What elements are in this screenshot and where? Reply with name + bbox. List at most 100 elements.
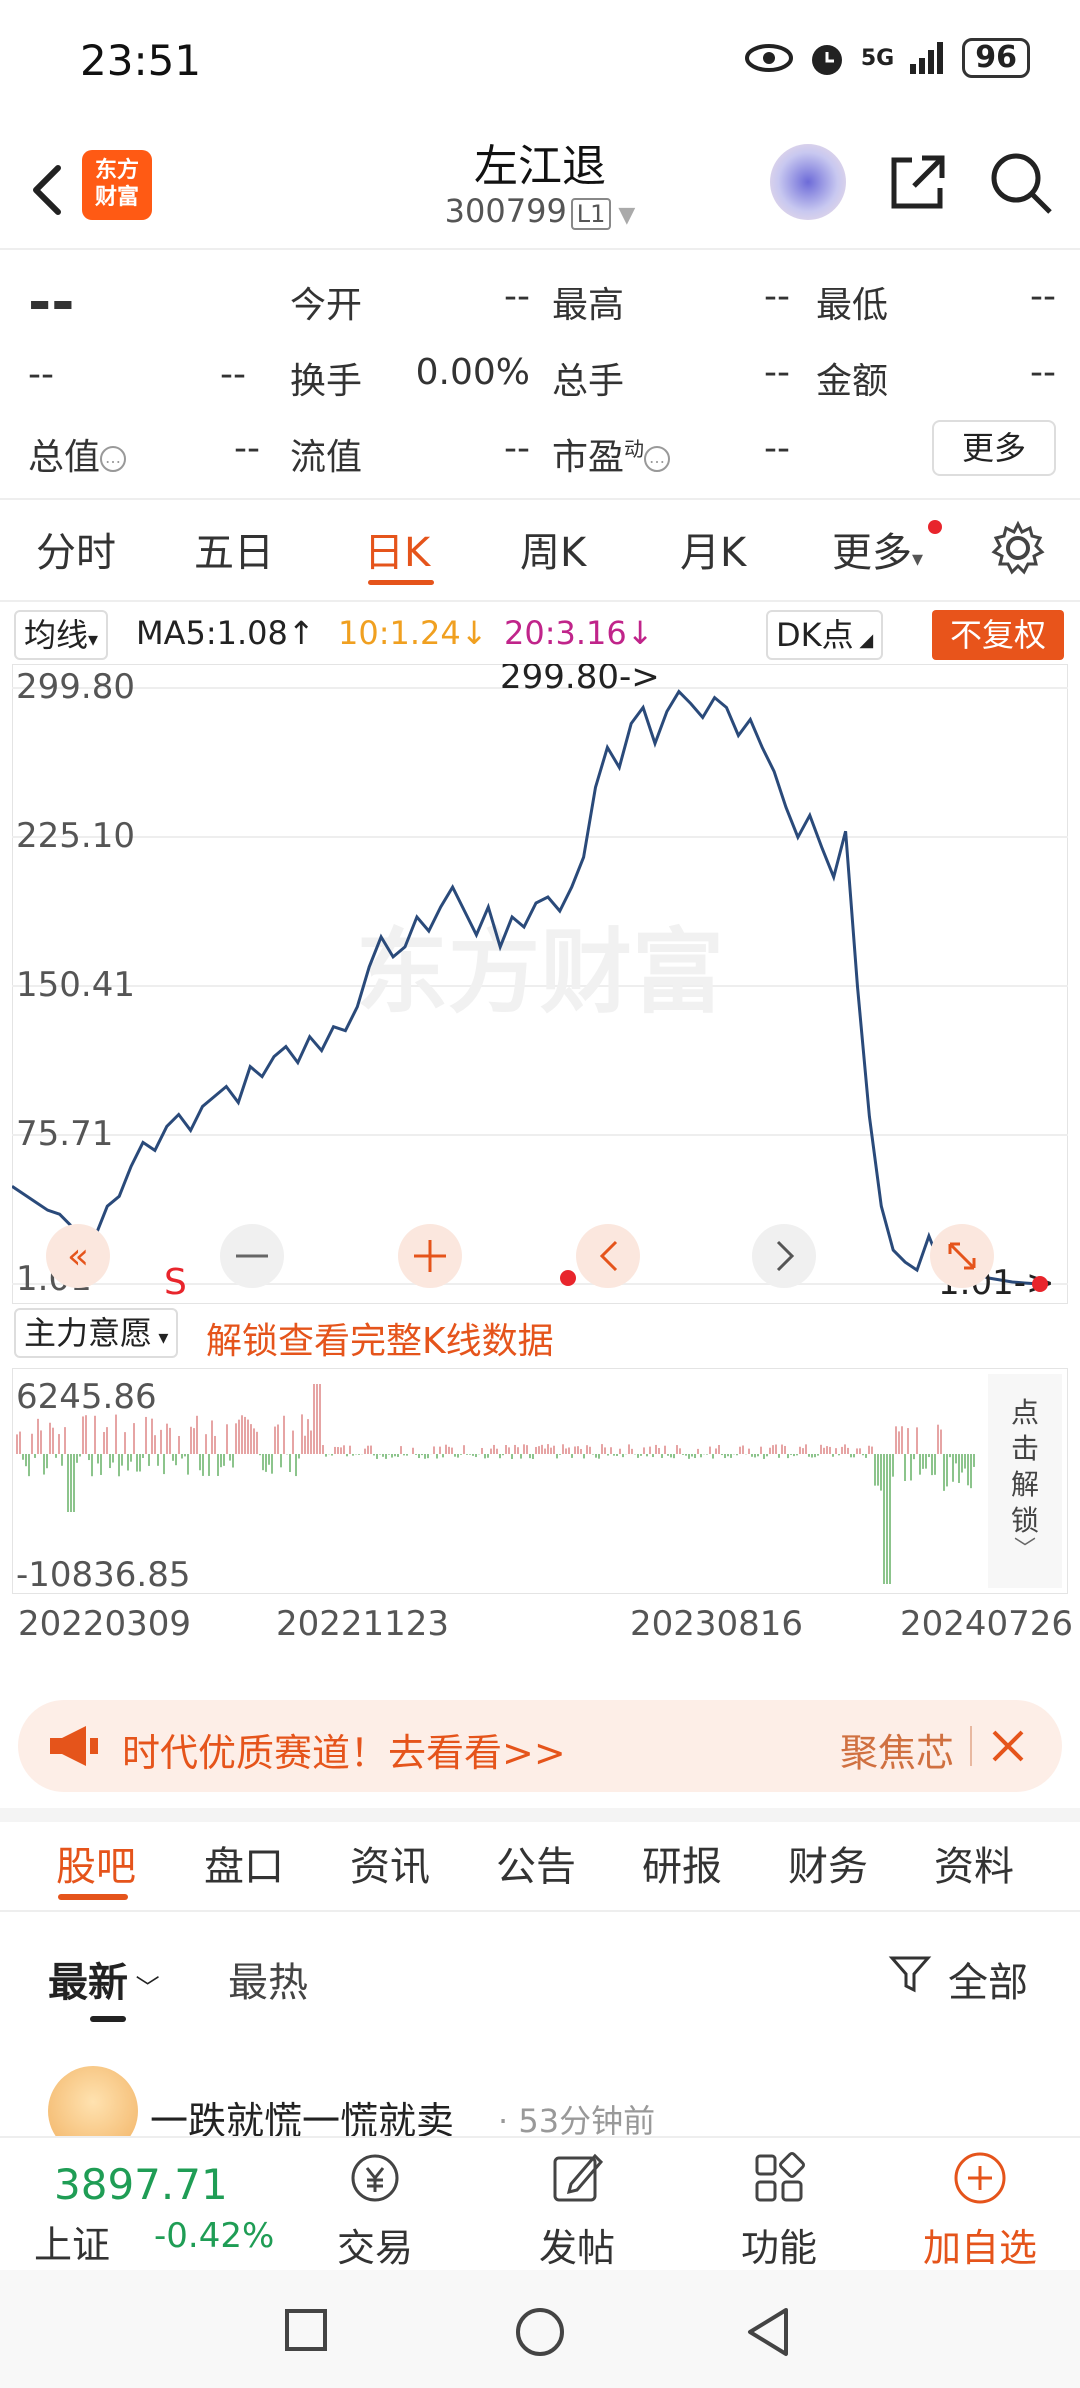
flow-bar (559, 1454, 561, 1455)
scroll-right-button[interactable] (752, 1224, 816, 1288)
flow-bar (31, 1433, 33, 1454)
flow-bar (79, 1454, 81, 1457)
flow-bar (301, 1414, 303, 1454)
flow-bar (568, 1447, 570, 1454)
nav-trade[interactable]: 交易 (320, 2148, 430, 2272)
flow-bar (868, 1445, 870, 1454)
volume-label: 总手 (552, 361, 625, 402)
info-icon[interactable]: … (644, 446, 671, 472)
tab-news[interactable]: 资讯 (350, 1834, 430, 1892)
flow-bar (121, 1454, 123, 1466)
unlock-kline-link[interactable]: 解锁查看完整K线数据 (206, 1312, 554, 1364)
info-icon[interactable]: … (100, 446, 127, 472)
indicator-select[interactable]: 均线▾ (14, 610, 109, 660)
scroll-left-button[interactable] (576, 1224, 640, 1288)
filter-all[interactable]: 全部 (948, 1950, 1028, 2008)
nav-post[interactable]: 发帖 (522, 2148, 632, 2272)
recent-apps-icon[interactable] (284, 2308, 328, 2352)
index-change[interactable]: -0.42% (154, 2216, 274, 2256)
tab-announcements[interactable]: 公告 (496, 1834, 576, 1892)
flow-bar (205, 1434, 207, 1454)
flow-bar (133, 1423, 135, 1454)
flow-bar (844, 1444, 846, 1454)
flow-bar (649, 1446, 651, 1454)
tab-intraday[interactable]: 分时 (36, 520, 116, 578)
dropdown-icon: ▼ (611, 203, 636, 228)
sort-hot[interactable]: 最热 (228, 1950, 308, 2008)
flow-bar (463, 1445, 465, 1454)
flow-bar (448, 1446, 450, 1454)
back-nav-icon[interactable] (744, 2306, 792, 2358)
flow-bar (220, 1454, 222, 1468)
tab-finance[interactable]: 财务 (788, 1834, 868, 1892)
flow-bar (514, 1444, 516, 1454)
kline-chart[interactable]: 东方财富 299.80225.10150.4175.711.01 299.80-… (12, 664, 1068, 1304)
settings-gear-icon[interactable] (990, 520, 1046, 576)
flow-chart[interactable]: 6245.86 -10836.85 点击解锁 ﹀ (12, 1368, 1068, 1594)
flow-bar (142, 1454, 144, 1458)
tab-monthly-k[interactable]: 月K (680, 520, 746, 578)
flow-bar (442, 1454, 444, 1458)
sort-latest[interactable]: 最新 ﹀ (48, 1950, 160, 2008)
nav-functions[interactable]: 功能 (724, 2148, 834, 2272)
filter-icon[interactable] (888, 1952, 932, 1996)
pe-value: -- (764, 428, 790, 469)
nav-add-watchlist[interactable]: 加自选 (910, 2148, 1050, 2272)
flow-bar (502, 1454, 504, 1456)
ai-assistant-avatar[interactable] (770, 144, 846, 220)
tab-daily-k[interactable]: 日K (364, 520, 430, 578)
high-label: 最高 (552, 285, 625, 326)
zoom-in-button[interactable] (398, 1224, 462, 1288)
flow-bar (178, 1435, 180, 1454)
flow-bar (892, 1454, 894, 1477)
index-name[interactable]: 上证 (34, 2214, 110, 2269)
promo-banner[interactable]: 时代优质赛道！去看看>> 聚焦芯 (18, 1700, 1062, 1792)
plus-circle-icon (954, 2152, 1006, 2204)
home-icon[interactable] (514, 2306, 566, 2358)
search-icon[interactable] (986, 148, 1056, 218)
flow-bar (904, 1454, 906, 1481)
promo-text: 时代优质赛道！去看看>> (122, 1731, 566, 1775)
index-value[interactable]: 3897.71 (54, 2160, 228, 2209)
tab-weekly-k[interactable]: 周K (520, 520, 586, 578)
flow-bar (52, 1427, 54, 1454)
tab-guba[interactable]: 股吧 (56, 1834, 136, 1892)
low-value: -- (1030, 276, 1056, 317)
tab-profile[interactable]: 资料 (934, 1834, 1014, 1892)
flow-bar (256, 1431, 258, 1454)
flow-bar (958, 1454, 960, 1483)
status-icons: 5G 96 (744, 38, 1030, 78)
active-tab-underline (368, 580, 434, 585)
dk-point-select[interactable]: DK点 ◢ (766, 610, 884, 660)
flow-bar (592, 1454, 594, 1455)
tab-more[interactable]: 更多▾ (832, 520, 923, 578)
stock-header: 东方 财富 左江退 300799 L1 ▼ (0, 130, 1080, 248)
flow-bar (100, 1454, 102, 1475)
fullscreen-button[interactable] (930, 1224, 994, 1288)
flow-bar (274, 1426, 276, 1454)
zoom-out-button[interactable] (220, 1224, 284, 1288)
close-icon[interactable] (990, 1728, 1026, 1764)
flow-bar (382, 1454, 384, 1457)
flow-bar (622, 1454, 624, 1458)
share-icon[interactable] (882, 148, 952, 218)
scroll-left-fast-button[interactable]: « (46, 1224, 110, 1288)
divider (0, 1910, 1080, 1912)
more-quote-button[interactable]: 更多 (932, 420, 1056, 476)
flow-indicator-select[interactable]: 主力意愿 ▾ (14, 1308, 179, 1358)
flow-bar (943, 1454, 945, 1491)
flow-bar (202, 1454, 204, 1476)
flow-bar (544, 1448, 546, 1454)
ma5-label: MA5:1.08↑ (136, 614, 315, 652)
flow-bar (25, 1454, 27, 1467)
tab-research[interactable]: 研报 (642, 1834, 722, 1892)
no-adjust-button[interactable]: 不复权 (932, 610, 1064, 660)
flow-bar (694, 1454, 696, 1459)
flow-bar (103, 1431, 105, 1454)
tab-five-day[interactable]: 五日 (194, 520, 274, 578)
tab-order-book[interactable]: 盘口 (204, 1834, 284, 1892)
flow-bar (631, 1448, 633, 1454)
flow-bar (319, 1384, 321, 1454)
flow-bar (412, 1447, 414, 1454)
flow-bar (235, 1423, 237, 1454)
